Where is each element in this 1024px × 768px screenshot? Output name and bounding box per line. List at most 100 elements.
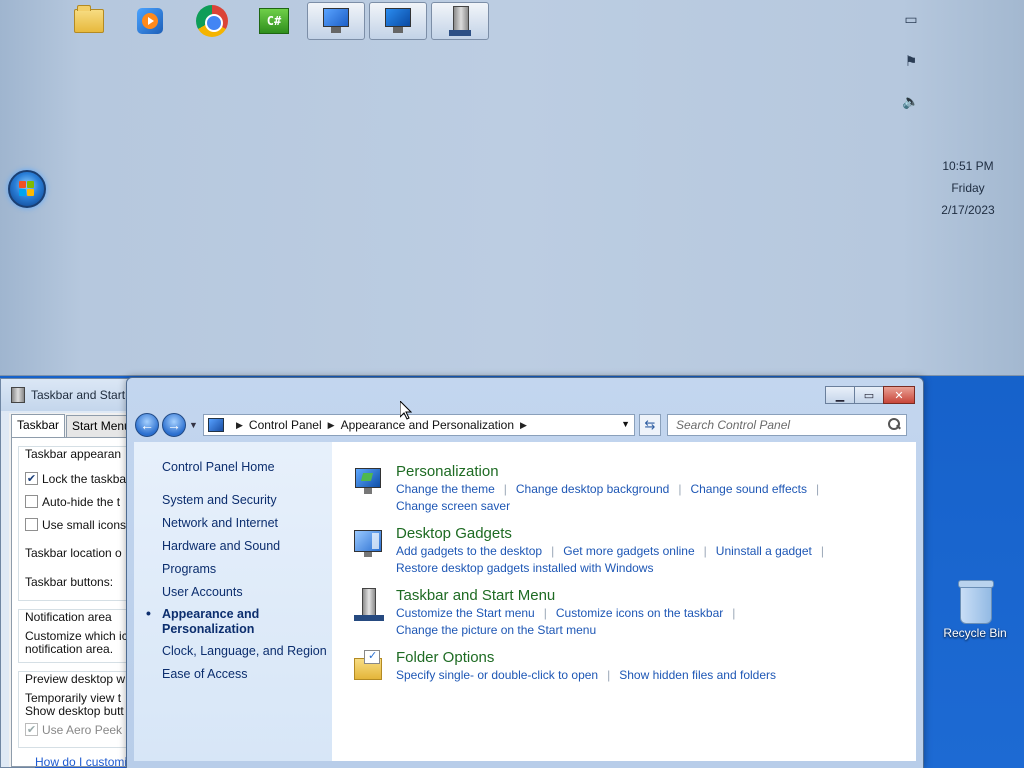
gadgets-icon[interactable] [352,526,386,560]
nav-programs[interactable]: Programs [162,558,332,581]
back-button[interactable]: ← [135,413,159,437]
task-desktop-gadgets: Desktop Gadgets Add gadgets to the deskt… [352,524,916,577]
recycle-bin-icon [958,578,994,624]
folder-options-icon[interactable] [352,649,386,684]
taskbar-properties-icon [11,387,25,403]
maximize-button[interactable]: ▭ [854,386,884,404]
small-icons-checkbox[interactable] [25,518,38,531]
recycle-bin-label: Recycle Bin [943,626,1007,640]
link-single-double-click[interactable]: Specify single- or double-click to open [396,668,598,682]
nav-network-internet[interactable]: Network and Internet [162,512,332,535]
link-customize-taskbar-icons[interactable]: Customize icons on the taskbar [556,606,723,620]
clock-date: 2/17/2023 [941,203,995,217]
task-title[interactable]: Taskbar and Start Menu [396,586,916,605]
task-personalization: Personalization Change the theme | Change … [352,462,916,515]
nav-control-panel-home[interactable]: Control Panel Home [162,456,332,479]
nav-label-line: Personalization [162,622,255,636]
task-folder-options: Folder Options Specify single- or double… [352,648,916,684]
search-input[interactable] [676,418,866,432]
chevron-right-icon[interactable]: ▶ [236,420,243,431]
refresh-button[interactable]: ⇆ [639,414,661,436]
link-change-sound-effects[interactable]: Change sound effects [690,482,807,496]
nav-system-security[interactable]: System and Security [162,489,332,512]
clock-day: Friday [951,181,985,195]
auto-hide-checkbox[interactable] [25,495,38,508]
windows-logo-icon [19,181,35,197]
taskbar-display-button[interactable] [369,2,427,40]
link-change-screen-saver[interactable]: Change screen saver [396,499,510,513]
breadcrumb-control-panel[interactable]: Control Panel [249,418,322,432]
task-list: Personalization Change the theme | Change … [332,442,916,761]
nav-label-line: Appearance and [162,607,260,621]
volume-icon[interactable]: 🔈 [898,90,924,112]
checkbox-label: Use small icons [42,517,127,532]
taskbar-chrome-button[interactable] [183,2,241,40]
folder-icon [74,5,104,33]
media-player-icon [137,8,163,34]
control-panel-icon [321,8,351,34]
link-uninstall-gadget[interactable]: Uninstall a gadget [716,544,812,558]
help-link[interactable]: How do I customize [35,755,140,768]
link-change-theme[interactable]: Change the theme [396,482,495,496]
taskbar-explorer-button[interactable] [60,2,118,40]
address-dropdown-icon[interactable]: ▼ [621,419,630,429]
address-bar[interactable]: ▶ Control Panel ▶ Appearance and Persona… [203,414,635,436]
recycle-bin-shortcut[interactable]: Recycle Bin [938,578,1012,640]
control-panel-body: Control Panel Home System and Security N… [134,442,916,761]
taskbar: C# ▭ ⚑ 🔈 10:51 PM Friday 2/17/2023 [0,0,1024,376]
close-button[interactable]: ✕ [883,386,915,404]
chevron-right-icon[interactable]: ▶ [328,420,335,431]
chrome-icon [196,5,228,37]
forward-button[interactable]: → [162,413,186,437]
task-title[interactable]: Desktop Gadgets [396,524,916,543]
link-add-gadgets[interactable]: Add gadgets to the desktop [396,544,542,558]
nav-hardware-sound[interactable]: Hardware and Sound [162,535,332,558]
recent-pages-dropdown[interactable]: ▼ [189,420,199,430]
personalization-icon[interactable] [352,464,386,498]
system-clock[interactable]: 10:51 PM Friday 2/17/2023 [920,155,1016,221]
link-restore-gadgets[interactable]: Restore desktop gadgets installed with W… [396,561,653,575]
nav-ease-of-access[interactable]: Ease of Access [162,663,332,686]
taskbar-csharp-button[interactable]: C# [245,2,303,40]
network-icon[interactable]: ▭ [898,8,924,30]
clock-time: 10:51 PM [942,159,994,173]
action-center-flag-icon[interactable]: ⚑ [898,50,924,72]
start-button[interactable] [8,170,46,208]
tower-icon [447,6,473,36]
taskbar-media-player-button[interactable] [121,2,179,40]
lock-taskbar-checkbox[interactable]: ✔ [25,472,38,485]
chevron-right-icon[interactable]: ▶ [520,420,527,431]
search-icon[interactable] [888,418,900,430]
link-change-desktop-background[interactable]: Change desktop background [516,482,669,496]
checkbox-label: Use Aero Peek [42,722,123,737]
monitor-icon [383,8,413,34]
aero-peek-checkbox[interactable]: ✔ [25,723,38,736]
control-panel-window: ▁ ▭ ✕ ← → ▼ ▶ Control Panel ▶ Appearance… [126,377,924,768]
link-change-start-picture[interactable]: Change the picture on the Start menu [396,623,596,637]
nav-clock-language-region[interactable]: Clock, Language, and Region [162,640,332,663]
dialog-title: Taskbar and Start [31,388,126,402]
checkbox-label: Auto-hide the t [42,494,121,509]
checkbox-label: Lock the taskba [42,471,127,486]
task-title[interactable]: Personalization [396,462,916,481]
search-box[interactable] [667,414,907,436]
left-navigation: Control Panel Home System and Security N… [134,442,332,761]
taskbar-control-panel-button[interactable] [307,2,365,40]
navigation-bar: ← → ▼ ▶ Control Panel ▶ Appearance and P… [135,412,915,438]
task-title[interactable]: Folder Options [396,648,916,667]
link-customize-start-menu[interactable]: Customize the Start menu [396,606,535,620]
nav-appearance-personalization[interactable]: Appearance and Personalization [146,604,332,640]
tab-taskbar[interactable]: Taskbar [11,414,66,438]
nav-user-accounts[interactable]: User Accounts [162,581,332,604]
mouse-cursor-icon [400,401,412,420]
control-panel-icon [208,418,224,432]
window-controls: ▁ ▭ ✕ [825,386,915,404]
link-get-more-gadgets[interactable]: Get more gadgets online [563,544,694,558]
csharp-icon: C# [259,8,289,34]
breadcrumb-appearance[interactable]: Appearance and Personalization [341,418,514,432]
minimize-button[interactable]: ▁ [825,386,855,404]
taskbar-properties-button[interactable] [431,2,489,40]
link-show-hidden-files[interactable]: Show hidden files and folders [619,668,776,682]
task-taskbar-start-menu: Taskbar and Start Menu Customize the Sta… [352,586,916,639]
taskbar-icon[interactable] [352,588,386,622]
